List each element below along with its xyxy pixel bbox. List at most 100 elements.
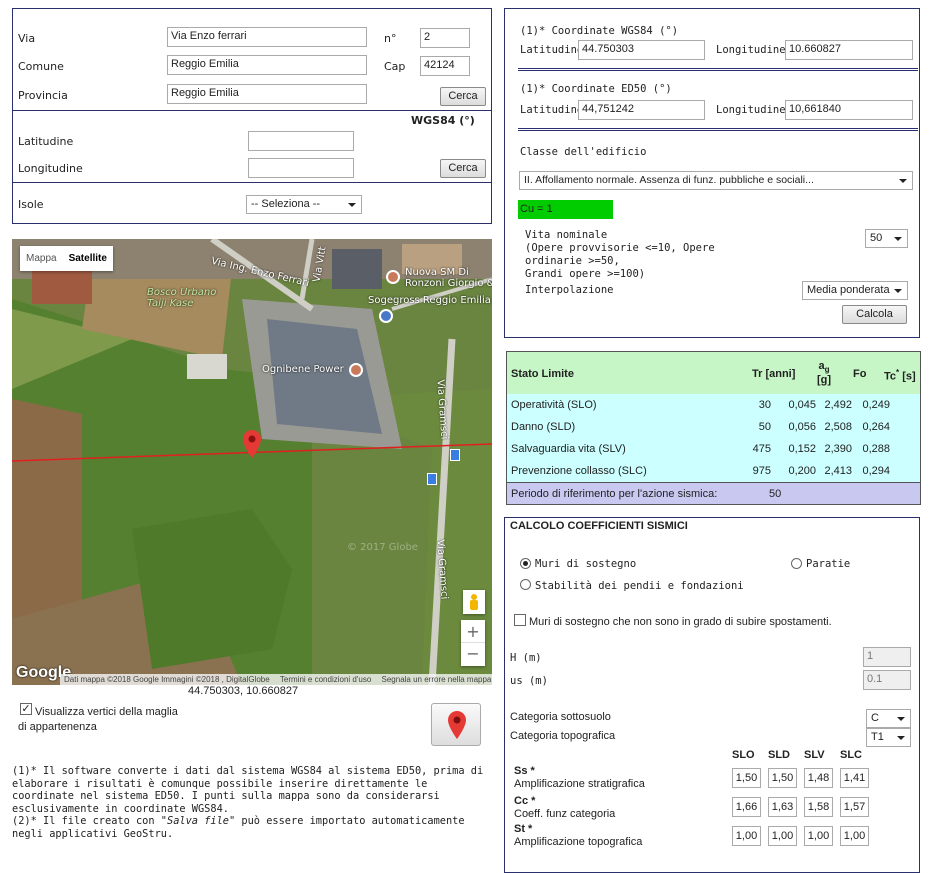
wgs-lon-input[interactable]: 10.660827 [785,40,913,60]
num-label: n° [384,32,397,45]
us-input[interactable]: 0.1 [863,670,911,690]
cu-value: Cu = 1 [520,203,553,215]
vita-line: (Opere provvisorie <=10, Opere [525,242,715,254]
mappa-tab[interactable]: Mappa [20,253,63,264]
st-slv[interactable]: 1,00 [804,826,833,846]
divider [518,68,918,71]
cc-sld[interactable]: 1,63 [768,797,797,817]
map[interactable]: Mappa Satellite Via Ing. Enzo Ferrari Vi… [12,239,492,685]
h-input[interactable]: 1 [863,647,911,667]
vita-line: ordinarie >=50, [525,255,620,267]
table-cell: 50 [758,421,771,433]
place-label: Sogegross Reggio Emilia [368,295,491,306]
map-terms-link[interactable]: Termini e condizioni d'uso [276,675,375,684]
vita-line: Grandi opere >=100) [525,268,646,280]
map-watermark: © 2017 Globe [347,542,418,553]
cu-badge: Cu = 1 [518,200,613,219]
pegman-icon[interactable] [463,590,485,614]
cerca-address-button[interactable]: Cerca [440,87,486,106]
map-pin-icon [448,711,466,739]
via-input[interactable]: Via Enzo ferrari [167,27,367,47]
wgs-lat-input[interactable]: 44.750303 [578,40,705,60]
table-body: Operatività (SLO) 30 0,045 2,492 0,249 Danno … [507,394,920,482]
ss-slc[interactable]: 1,41 [840,768,869,788]
table-cell: 975 [752,465,771,477]
vertici-checkbox[interactable]: ✓ [20,703,32,715]
map-report-link[interactable]: Segnala un errore nella mappa [378,675,492,684]
cat-sotto-value: C [871,712,879,724]
muri-spost-checkbox[interactable] [514,614,526,626]
cc-slv[interactable]: 1,58 [804,797,833,817]
lon-input[interactable] [248,158,354,178]
map-marker-icon[interactable] [243,430,261,458]
ss-name: Ss * [514,765,535,777]
divider [12,110,492,111]
classe-select[interactable]: II. Affollamento normale. Assenza di fun… [519,171,913,190]
divider [518,128,918,131]
ss-desc: Amplificazione stratigrafica [514,778,645,790]
note-2-a: (2)* Il file creato con [12,815,161,827]
table-cell: Salvaguardia vita (SLV) [511,443,626,455]
table-cell: 0,249 [862,399,890,411]
table-cell: 0,294 [862,465,890,477]
isole-select[interactable]: -- Seleziona -- [246,195,362,214]
ag-unit: [g] [817,374,832,387]
stato-limite-table: Stato Limite Tr [anni] ag [g] Fo Tc* [s] … [506,351,921,505]
ed50-lon-label: Longitudine [716,104,786,116]
ss-sld[interactable]: 1,50 [768,768,797,788]
ed50-lon-input[interactable]: 10,661840 [785,100,913,120]
cerca-coords-button[interactable]: Cerca [440,159,486,178]
cap-input[interactable]: 42124 [420,56,470,76]
poi-icon [349,363,363,377]
table-cell: Operatività (SLO) [511,399,597,411]
cat-sotto-select[interactable]: C [866,709,911,728]
chevron-down-icon [348,203,356,207]
st-sld[interactable]: 1,00 [768,826,797,846]
ed50-title: (1)* Coordinate ED50 (°) [520,83,672,95]
interp-select[interactable]: Media ponderata [802,281,908,300]
table-footer: Periodo di riferimento per l'azione sism… [507,482,920,504]
st-slc[interactable]: 1,00 [840,826,869,846]
table-row: Operatività (SLO) 30 0,045 2,492 0,249 [507,394,920,416]
chevron-down-icon [897,717,905,721]
lat-input[interactable] [248,131,354,151]
cat-topo-label: Categoria topografica [510,730,616,742]
cc-name: Cc * [514,795,536,807]
zoom-in-button[interactable]: + [461,620,485,643]
wgs84-heading: WGS84 (°) [411,114,475,127]
cat-topo-select[interactable]: T1 [866,728,911,747]
wgs-lon-label: Longitudine [716,44,786,56]
stabilita-radio[interactable] [520,579,531,590]
shopping-icon [379,309,393,323]
cc-desc: Coeff. funz categoria [514,808,616,820]
table-cell: 0,045 [788,399,816,411]
cc-slo[interactable]: 1,66 [732,797,761,817]
map-pin-button[interactable] [431,703,481,746]
st-desc: Amplificazione topografica [514,836,643,848]
table-cell: Danno (SLD) [511,421,576,433]
note-2-b: "Salva file" [160,815,236,827]
ss-slv[interactable]: 1,48 [804,768,833,788]
stabilita-label: Stabilità dei pendii e fondazioni [535,580,744,592]
provincia-input[interactable]: Reggio Emilia [167,84,367,104]
satellite-tab[interactable]: Satellite [63,253,113,264]
table-row: Salvaguardia vita (SLV) 475 0,152 2,390 0,28… [507,438,920,460]
muri-radio[interactable] [520,558,531,569]
table-cell: 2,492 [824,399,852,411]
classe-label: Classe dell'edificio [520,146,647,158]
num-input[interactable]: 2 [420,28,470,48]
calcola-button[interactable]: Calcola [842,305,907,324]
wgs-lat-label: Latitudine [520,44,584,56]
zoom-out-button[interactable]: − [461,643,485,666]
comune-input[interactable]: Reggio Emilia [167,55,367,75]
ss-slo[interactable]: 1,50 [732,768,761,788]
notes: (1)* Il software converte i dati dal sis… [12,765,494,840]
table-cell: 30 [758,399,771,411]
paratie-radio[interactable] [791,558,802,569]
ed50-lat-input[interactable]: 44,751242 [578,100,705,120]
vita-select[interactable]: 50 [865,229,908,248]
vertici-label-2: di appartenenza [18,721,97,733]
st-slo[interactable]: 1,00 [732,826,761,846]
cc-slc[interactable]: 1,57 [840,797,869,817]
table-cell: 0,264 [862,421,890,433]
